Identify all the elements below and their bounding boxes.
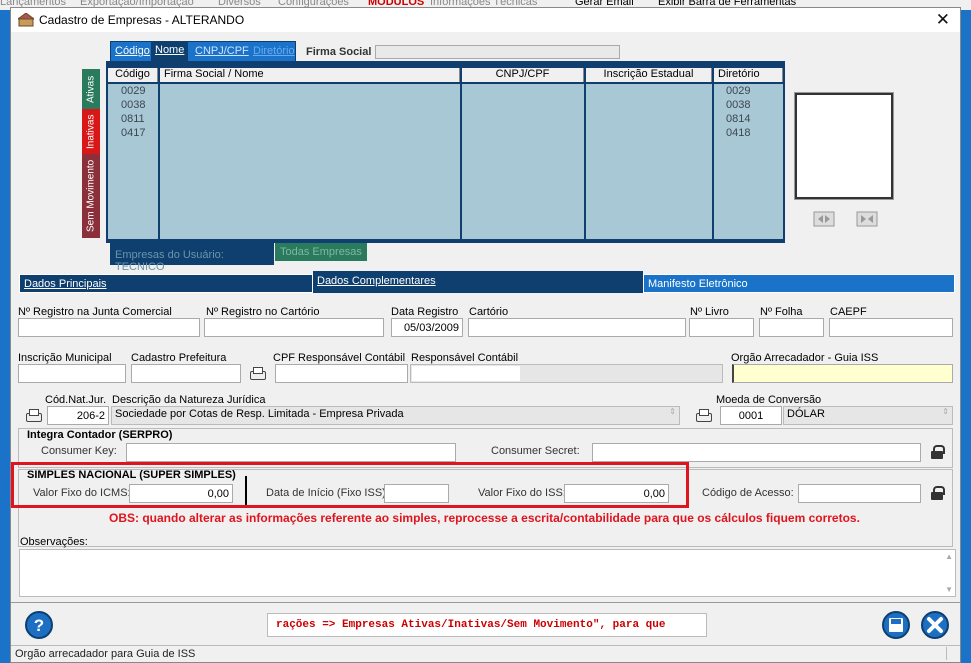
codigo-acesso-label: Código de Acesso: [702, 487, 794, 499]
desc-nat-jur-field: Sociedade por Cotas de Resp. Limitada - … [111, 406, 680, 425]
responsavel-contabil-label: Responsável Contábil [411, 352, 519, 364]
scroll-arrows-icon[interactable]: ⇕ [669, 407, 676, 416]
grid-cell[interactable]: 0029 [726, 85, 750, 97]
registro-junta-label: Nº Registro na Junta Comercial [18, 306, 172, 318]
obs-warning: OBS: quando alterar as informações refer… [109, 511, 860, 525]
desc-nat-jur-value: Sociedade por Cotas de Resp. Limitada - … [115, 408, 404, 420]
cartorio-label: Cartório [469, 306, 509, 318]
grid-header-ie[interactable]: Inscrição Estadual [586, 68, 712, 82]
scroll-up-icon[interactable]: ▲ [945, 552, 953, 561]
moeda-label: Moeda de Conversão [716, 394, 822, 406]
marquee-text: rações => Empresas Ativas/Inativas/Sem M… [267, 613, 707, 637]
print-icon[interactable] [25, 409, 42, 422]
lock-icon[interactable] [931, 486, 945, 500]
lock-icon[interactable] [931, 445, 945, 459]
remove-image-icon[interactable] [856, 211, 878, 227]
grid-cell[interactable]: 0038 [726, 99, 750, 111]
import-image-icon[interactable] [813, 211, 835, 227]
tab-sem-movimento[interactable]: Sem Movimento [82, 154, 100, 238]
tab-codigo[interactable]: Código [111, 42, 154, 61]
firma-social-label: Firma Social [306, 46, 372, 58]
cadastro-prefeitura-label: Cadastro Prefeitura [131, 352, 227, 364]
company-dialog: Cadastro de Empresas - ALTERANDO ✕ Códig… [10, 7, 961, 663]
grid-cell[interactable]: 0417 [121, 127, 145, 139]
dialog-title: Cadastro de Empresas - ALTERANDO [39, 13, 245, 27]
observacoes-label: Observações: [20, 536, 88, 548]
status-bar: Orgão arrecadador para Guia de ISS [11, 645, 960, 662]
print-icon[interactable] [249, 367, 266, 380]
caepf-input[interactable] [829, 318, 953, 337]
n-folha-label: Nº Folha [760, 306, 803, 318]
moeda-name-value: DÓLAR [787, 408, 825, 420]
consumer-key-input[interactable] [126, 443, 456, 462]
grid-header-codigo[interactable]: Código [108, 68, 158, 82]
grid-header-cnpj[interactable]: CNPJ/CPF [462, 68, 584, 82]
tab-cnpj[interactable]: CNPJ/CPF [191, 42, 253, 61]
tab-ativas[interactable]: Ativas [82, 69, 100, 109]
company-icon [18, 13, 34, 27]
tab-inativas[interactable]: Inativas [82, 109, 100, 154]
consumer-secret-label: Consumer Secret: [491, 445, 580, 457]
logo-frame[interactable] [794, 92, 894, 200]
toolbar-divider [11, 602, 960, 603]
scroll-arrows-icon[interactable]: ⇕ [942, 407, 949, 416]
tab-diretorio[interactable]: Diretório [249, 42, 299, 61]
section-dados-complementares[interactable]: Dados Complementares [313, 271, 643, 293]
print-icon[interactable] [695, 409, 712, 422]
grid-col [586, 84, 714, 239]
tab-todas-empresas[interactable]: Todas Empresas [275, 243, 367, 261]
grid-cell[interactable]: 0418 [726, 127, 750, 139]
section-manifesto[interactable]: Manifesto Eletrônico [643, 274, 955, 293]
cod-nat-jur-input[interactable] [47, 406, 109, 425]
title-bar: Cadastro de Empresas - ALTERANDO ✕ [11, 8, 960, 32]
responsavel-contabil-field [410, 364, 723, 383]
grid-header-diretorio[interactable]: Diretório [714, 68, 783, 82]
tab-nome[interactable]: Nome [151, 41, 189, 62]
cartorio-input[interactable] [468, 318, 686, 337]
data-registro-input[interactable] [391, 318, 463, 337]
grid-cell[interactable]: 0811 [121, 113, 145, 125]
cpf-responsavel-input[interactable] [275, 364, 408, 383]
consumer-secret-input[interactable] [592, 443, 921, 462]
svg-text:?: ? [34, 616, 44, 635]
data-registro-label: Data Registro [391, 306, 459, 318]
section-dados-principais[interactable]: Dados Principais [19, 274, 313, 293]
desc-nat-jur-label: Descrição da Natureza Jurídica [112, 394, 266, 406]
grid-header-firma[interactable]: Firma Social / Nome [160, 68, 460, 82]
scroll-down-icon[interactable]: ▼ [945, 585, 953, 594]
simples-highlight [11, 462, 689, 508]
grid-cell[interactable]: 0814 [726, 113, 750, 125]
close-button[interactable]: ✕ [936, 10, 950, 30]
consumer-key-label: Consumer Key: [41, 445, 117, 457]
registro-cartorio-input[interactable] [204, 318, 384, 337]
cpf-responsavel-label: CPF Responsável Contábil [273, 352, 406, 364]
n-livro-input[interactable] [689, 318, 754, 337]
grid-col [160, 84, 462, 239]
grid-cell[interactable]: 0038 [121, 99, 145, 111]
grid-cell[interactable]: 0029 [121, 85, 145, 97]
orgao-arrecadador-input[interactable] [732, 364, 953, 383]
cadastro-prefeitura-input[interactable] [131, 364, 241, 383]
orgao-arrecadador-label: Orgão Arrecadador - Guia ISS [731, 352, 879, 364]
cod-nat-jur-label: Cód.Nat.Jur. [45, 394, 107, 406]
n-folha-input[interactable] [759, 318, 824, 337]
help-icon[interactable]: ? [24, 610, 54, 640]
inscricao-municipal-input[interactable] [18, 364, 126, 383]
registro-junta-input[interactable] [18, 318, 200, 337]
grid-col [462, 84, 586, 239]
moeda-name-field: DÓLAR ⇕ [783, 406, 953, 425]
caepf-label: CAEPF [830, 306, 867, 318]
tab-empresas-usuario[interactable]: Empresas do Usuário: TECNICO [110, 243, 274, 273]
moeda-code-input[interactable] [720, 406, 782, 425]
serpro-title: Integra Contador (SERPRO) [27, 429, 173, 441]
observacoes-textarea[interactable]: ▲ ▼ [19, 549, 956, 597]
n-livro-label: Nº Livro [690, 306, 729, 318]
firma-social-search[interactable] [375, 45, 620, 59]
cancel-icon[interactable] [920, 610, 950, 640]
save-icon[interactable] [881, 610, 911, 640]
codigo-acesso-input[interactable] [798, 484, 921, 503]
registro-cartorio-label: Nº Registro no Cartório [206, 306, 320, 318]
inscricao-municipal-label: Inscrição Municipal [18, 352, 112, 364]
